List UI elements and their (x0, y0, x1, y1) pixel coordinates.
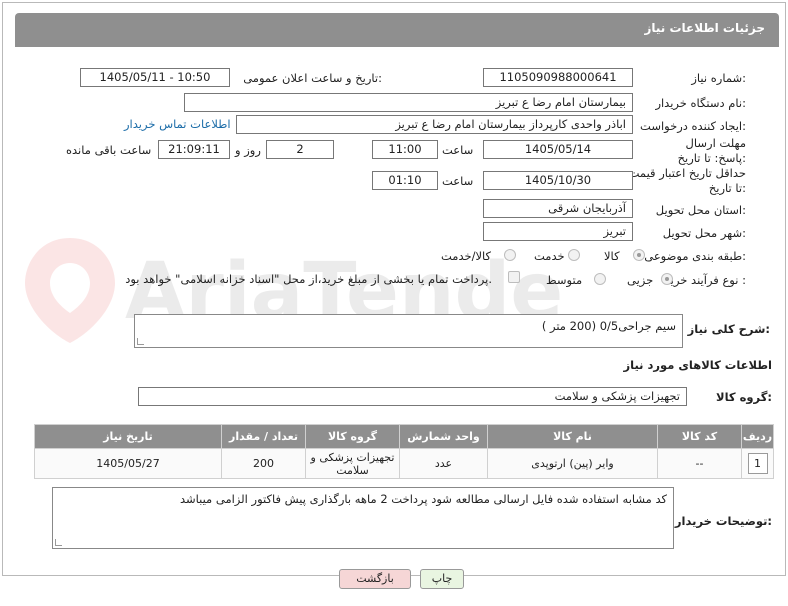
buyer-field: بیمارستان امام رضا ع تبریز (184, 93, 633, 112)
category-radio-goods[interactable] (633, 249, 645, 261)
category-option-goods: کالا (604, 249, 620, 263)
process-radio-minor[interactable] (661, 273, 673, 285)
validity-time-field: 01:10 (372, 171, 438, 190)
days-field: 2 (266, 140, 334, 159)
col-code: کد کالا (657, 424, 742, 449)
description-text: سیم جراحی0/5 (200 متر ) (541, 319, 676, 333)
announce-label: تاریخ و ساعت اعلان عمومی: (243, 71, 382, 85)
table-row: 1 -- وایر (پین) ارتوپدی عدد تجهیزات پزشک… (34, 448, 774, 479)
process-radio-medium[interactable] (594, 273, 606, 285)
treasury-payment-checkbox[interactable] (508, 271, 520, 283)
goods-group-label: گروه کالا: (716, 390, 772, 404)
page-title: جزئیات اطلاعات نیاز (644, 21, 765, 35)
contact-info-link[interactable]: اطلاعات تماس خریدار (124, 117, 231, 131)
header-bar: جزئیات اطلاعات نیاز (15, 13, 779, 47)
province-label: استان محل تحویل: (655, 203, 746, 217)
resize-grip-icon[interactable] (55, 539, 62, 546)
table-header-row: ردیف کد کالا نام کالا واحد شمارش گروه کا… (34, 424, 774, 449)
goods-table: ردیف کد کالا نام کالا واحد شمارش گروه کا… (34, 424, 774, 479)
print-button[interactable]: چاپ (420, 569, 464, 589)
buyer-notes-field: کد مشابه استفاده شده فایل ارسالی مطالعه … (52, 487, 674, 549)
process-option-medium: متوسط (546, 273, 583, 287)
cell-name: وایر (پین) ارتوپدی (487, 448, 658, 479)
buyer-notes-label: توضیحات خریدار: (674, 514, 772, 528)
deadline-label: مهلت ارسال پاسخ: تا تاریخ: (677, 136, 746, 165)
deadline-time-field: 11:00 (372, 140, 438, 159)
cell-row: 1 (741, 448, 774, 479)
cell-quantity: 200 (221, 448, 306, 479)
col-unit: واحد شمارش (399, 424, 488, 449)
buyer-notes-text: کد مشابه استفاده شده فایل ارسالی مطالعه … (179, 492, 667, 506)
creator-label: ایجاد کننده درخواست: (640, 119, 746, 133)
category-radio-service[interactable] (568, 249, 580, 261)
col-row: ردیف (741, 424, 774, 449)
deadline-time-label: ساعت (442, 143, 474, 157)
city-field: تبریز (483, 222, 633, 241)
col-date: تاریخ نیاز (34, 424, 222, 449)
description-field: سیم جراحی0/5 (200 متر ) (134, 314, 683, 348)
days-label: روز و (235, 143, 261, 157)
province-field: آذربایجان شرقی (483, 199, 633, 218)
validity-date-field: 1405/10/30 (483, 171, 633, 190)
goods-group-field: تجهیزات پزشکی و سلامت (138, 387, 687, 406)
back-button[interactable]: بازگشت (339, 569, 411, 589)
process-label: نوع فرآیند خرید : (664, 273, 746, 287)
col-quantity: تعداد / مقدار (221, 424, 306, 449)
remaining-label: ساعت باقی مانده (66, 143, 152, 157)
city-label: شهر محل تحویل: (662, 226, 746, 240)
category-radio-goods-service[interactable] (504, 249, 516, 261)
col-group: گروه کالا (305, 424, 400, 449)
process-option-minor: جزیی (627, 273, 654, 287)
treasury-payment-note: پرداخت تمام یا بخشی از مبلغ خرید،از محل … (125, 272, 492, 286)
cell-group: تجهیزات پزشکی و سلامت (305, 448, 400, 479)
cell-date: 1405/05/27 (34, 448, 222, 479)
col-name: نام کالا (487, 424, 658, 449)
need-number-field: 1105090988000641 (483, 68, 633, 87)
announce-field: 1405/05/11 - 10:50 (80, 68, 230, 87)
description-label: شرح کلی نیاز: (687, 322, 770, 336)
resize-grip-icon[interactable] (137, 338, 144, 345)
cell-unit: عدد (399, 448, 488, 479)
validity-label: حداقل تاریخ اعتبار قیمت: تا تاریخ: (624, 166, 746, 195)
row-index: 1 (747, 453, 768, 474)
category-option-goods-service: کالا/خدمت (441, 249, 492, 263)
goods-info-title: اطلاعات کالاهای مورد نیاز (623, 358, 772, 372)
deadline-date-field: 1405/05/14 (483, 140, 633, 159)
need-number-label: شماره نیاز: (691, 71, 746, 85)
creator-field: اباذر واحدی کارپرداز بیمارستان امام رضا … (236, 115, 633, 134)
buyer-label: نام دستگاه خریدار: (655, 96, 746, 110)
cell-code: -- (657, 448, 742, 479)
remaining-time-field: 21:09:11 (158, 140, 230, 159)
category-label: طبقه بندی موضوعی: (644, 249, 746, 263)
validity-time-label: ساعت (442, 174, 474, 188)
category-option-service: خدمت (534, 249, 565, 263)
